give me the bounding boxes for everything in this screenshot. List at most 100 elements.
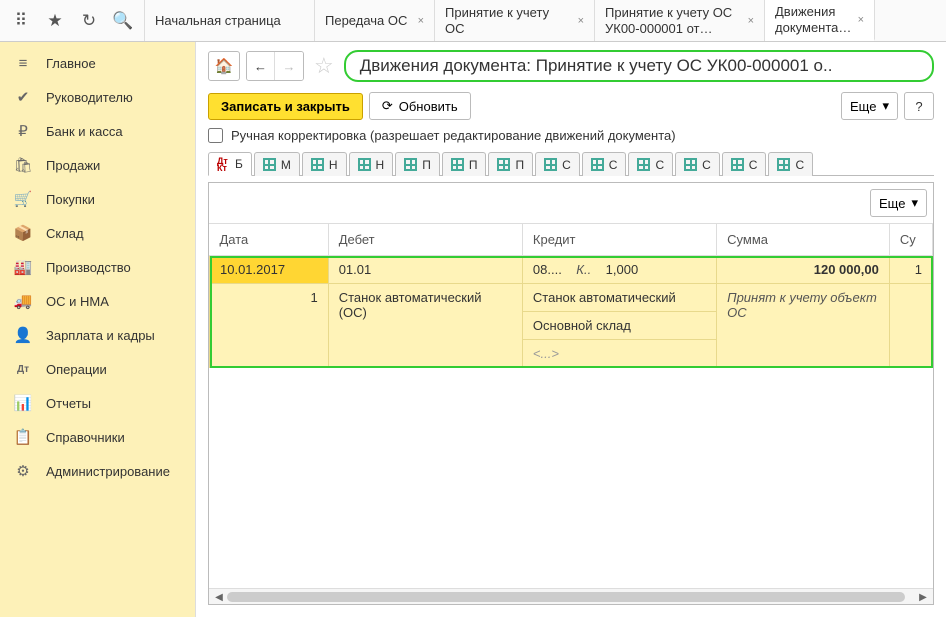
sidebar-item-label: Администрирование [46,464,170,479]
cart-icon: 🛒 [14,190,32,208]
chevron-down-icon: ▾ [911,195,918,211]
cell-debet-desc: Станок автоматический (ОС) [328,284,522,368]
table-row[interactable]: 10.01.2017 01.01 08.... К.. 1,000 120 00… [210,256,933,284]
more-button[interactable]: Еще ▾ [841,92,898,120]
register-tab[interactable]: П [442,152,487,176]
register-tab[interactable]: С [582,152,627,176]
sidebar-item-bank[interactable]: ₽ Банк и касса [0,114,195,148]
sidebar-item-reports[interactable]: 📊Отчеты [0,386,195,420]
grid-icon [777,158,790,171]
help-button[interactable]: ? [904,92,934,120]
tab-transfer-os[interactable]: Передача ОС × [315,0,435,41]
close-icon[interactable]: × [858,14,864,26]
tab-movements[interactable]: Движения документа:… × [765,0,875,41]
home-button[interactable]: 🏠 [208,51,240,81]
table-row[interactable]: 1 Станок автоматический (ОС) Станок авто… [210,284,933,368]
register-tab[interactable]: Н [349,152,394,176]
grid-icon [404,158,417,171]
cell-debet-acc: 01.01 [328,256,522,284]
register-tab[interactable]: С [535,152,580,176]
sidebar-item-operations[interactable]: ДтОперации [0,352,195,386]
clipboard-icon: 📋 [14,428,32,446]
close-icon[interactable]: × [418,15,424,27]
sidebar-item-os[interactable]: 🚚 ОС и НМА [0,284,195,318]
page-title: Движения документа: Принятие к учету ОС … [344,50,934,82]
titlebar: 🏠 ← → ☆ Движения документа: Принятие к у… [208,50,934,82]
table-scroll[interactable]: Дата Дебет Кредит Сумма Су 10.01.2017 01… [209,224,933,588]
tab-home[interactable]: Начальная страница [145,0,315,41]
sidebar-item-label: ОС и НМА [46,294,109,309]
register-tab[interactable]: С [722,152,767,176]
back-button[interactable]: ← [247,52,275,80]
register-tab[interactable]: Н [302,152,347,176]
sidebar-item-label: Банк и касса [46,124,123,139]
col-extra[interactable]: Су [889,224,932,256]
register-tab[interactable]: С [768,152,813,176]
sidebar-item-hr[interactable]: 👤 Зарплата и кадры [0,318,195,352]
table-more-button[interactable]: Еще ▾ [870,189,927,217]
content: 🏠 ← → ☆ Движения документа: Принятие к у… [196,42,946,617]
grid-icon [637,158,650,171]
star-icon[interactable]: ★ [40,6,70,36]
scroll-right-icon[interactable]: ▶ [915,589,931,605]
register-tab[interactable]: ДтКтБ [208,152,252,176]
sidebar-item-warehouse[interactable]: 📦Склад [0,216,195,250]
sidebar-item-refs[interactable]: 📋Справочники [0,420,195,454]
scroll-left-icon[interactable]: ◀ [211,589,227,605]
search-icon[interactable]: 🔍 [108,6,138,36]
grid-icon [497,158,510,171]
tab-accept-os-doc[interactable]: Принятие к учету ОС УК00-000001 от… × [595,0,765,41]
manual-edit-checkbox[interactable] [208,128,223,143]
refresh-icon: ⟳ [382,98,393,114]
tab-list: Начальная страница Передача ОС × Приняти… [145,0,946,41]
grid-icon [591,158,604,171]
col-kredit[interactable]: Кредит [522,224,716,256]
register-tab[interactable]: С [675,152,720,176]
sidebar-item-production[interactable]: 🏭Производство [0,250,195,284]
ruble-icon: ₽ [14,122,32,140]
menu-icon: ≡ [14,54,32,72]
topbar: ⠿ ★ ↻ 🔍 Начальная страница Передача ОС ×… [0,0,946,42]
scroll-thumb[interactable] [227,592,905,602]
sidebar-item-main[interactable]: ≡ Главное [0,46,195,80]
sidebar-item-sales[interactable]: 🛍Продажи [0,148,195,182]
apps-icon[interactable]: ⠿ [6,6,36,36]
sidebar-item-purchases[interactable]: 🛒 Покупки [0,182,195,216]
register-tab[interactable]: С [628,152,673,176]
history-icon[interactable]: ↻ [74,6,104,36]
dtkt-icon: ДтКт [217,158,230,171]
register-tab[interactable]: М [254,152,300,176]
person-icon: 👤 [14,326,32,344]
cell-num: 1 [210,284,329,368]
favorite-icon[interactable]: ☆ [314,53,334,79]
table-area: Еще ▾ Дата Дебет Кредит Сумма Су [208,182,934,605]
sidebar: ≡ Главное ✔Руководителю ₽ Банк и касса 🛍Пр… [0,42,196,617]
chart-icon: 📊 [14,394,32,412]
sidebar-item-admin[interactable]: ⚙ Администрирование [0,454,195,488]
save-close-button[interactable]: Записать и закрыть [208,93,363,120]
forward-button[interactable]: → [275,52,303,80]
tab-accept-os[interactable]: Принятие к учету ОС × [435,0,595,41]
close-icon[interactable]: × [748,15,754,27]
grid-icon [311,158,324,171]
factory-icon: 🏭 [14,258,32,276]
register-tab[interactable]: П [488,152,533,176]
col-sum[interactable]: Сумма [717,224,890,256]
cell-extra: 1 [889,256,932,284]
col-date[interactable]: Дата [210,224,329,256]
sidebar-item-label: Зарплата и кадры [46,328,155,343]
box-icon: 📦 [14,224,32,242]
horizontal-scrollbar[interactable]: ◀ ▶ [209,588,933,604]
truck-icon: 🚚 [14,292,32,310]
close-icon[interactable]: × [578,15,584,27]
col-debet[interactable]: Дебет [328,224,522,256]
sidebar-item-label: Операции [46,362,107,377]
sidebar-item-manager[interactable]: ✔Руководителю [0,80,195,114]
register-tab[interactable]: П [395,152,440,176]
sidebar-item-label: Главное [46,56,96,71]
manual-edit-label: Ручная корректировка (разрешает редактир… [231,128,676,143]
gear-icon: ⚙ [14,462,32,480]
grid-icon [731,158,744,171]
refresh-button[interactable]: ⟳Обновить [369,92,471,120]
sidebar-item-label: Покупки [46,192,95,207]
